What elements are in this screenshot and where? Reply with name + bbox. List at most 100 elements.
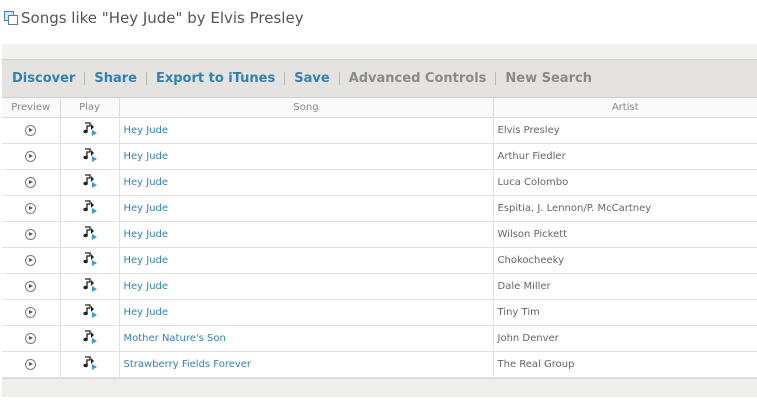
add-to-player-icon[interactable] (82, 252, 98, 269)
artist-cell: Wilson Pickett (493, 221, 757, 248)
songs-table: Preview Play Song Artist Hey Jude Elvis P… (2, 98, 757, 378)
toolbar-divider (495, 72, 497, 85)
add-to-player-icon[interactable] (82, 200, 98, 217)
table-row: Hey Jude Espitia, J. Lennon/P. McCartney (2, 195, 757, 222)
bottom-strip (2, 378, 757, 397)
play-cell (60, 325, 120, 352)
preview-play-icon[interactable] (25, 254, 37, 266)
preview-cell (2, 195, 61, 222)
preview-play-icon[interactable] (25, 150, 37, 162)
song-cell: Hey Jude (119, 299, 494, 326)
preview-play-icon[interactable] (25, 228, 37, 240)
song-link[interactable]: Hey Jude (120, 229, 169, 240)
preview-play-icon[interactable] (25, 124, 37, 136)
preview-play-icon[interactable] (25, 306, 37, 318)
song-cell: Strawberry Fields Forever (119, 351, 494, 378)
add-to-player-icon[interactable] (82, 304, 98, 321)
play-cell (60, 143, 120, 170)
table-row: Mother Nature's Son John Denver (2, 325, 757, 352)
play-cell (60, 195, 120, 222)
toolbar-divider (338, 72, 340, 85)
column-header-artist[interactable]: Artist (493, 98, 757, 118)
column-header-play[interactable]: Play (60, 98, 120, 118)
preview-cell (2, 221, 61, 248)
preview-cell (2, 169, 61, 196)
table-row: Hey Jude Tiny Tim (2, 299, 757, 326)
artist-cell: Elvis Presley (493, 117, 757, 144)
table-row: Hey Jude Wilson Pickett (2, 221, 757, 248)
table-row: Strawberry Fields Forever The Real Group (2, 351, 757, 378)
artist-cell: Espitia, J. Lennon/P. McCartney (493, 195, 757, 222)
song-cell: Hey Jude (119, 273, 494, 300)
toolbar-divider (145, 72, 147, 85)
artist-name: Arthur Fiedler (497, 151, 566, 162)
artist-cell: Arthur Fiedler (493, 143, 757, 170)
play-cell (60, 221, 120, 248)
song-link[interactable]: Mother Nature's Son (120, 333, 226, 344)
song-link[interactable]: Hey Jude (120, 125, 169, 136)
song-cell: Hey Jude (119, 195, 494, 222)
song-link[interactable]: Hey Jude (120, 255, 169, 266)
preview-play-icon[interactable] (25, 332, 37, 344)
export-to-itunes-link[interactable]: Export to iTunes (156, 71, 275, 86)
artist-cell: John Denver (493, 325, 757, 352)
play-cell (60, 117, 120, 144)
preview-play-icon[interactable] (25, 176, 37, 188)
table-header-row: Preview Play Song Artist (2, 98, 757, 118)
page-title: Songs like "Hey Jude" by Elvis Presley (21, 9, 304, 27)
song-link[interactable]: Hey Jude (120, 177, 169, 188)
advanced-controls-link[interactable]: Advanced Controls (349, 71, 487, 86)
preview-cell (2, 143, 61, 170)
table-row: Hey Jude Dale Miller (2, 273, 757, 300)
table-row: Hey Jude Elvis Presley (2, 117, 757, 144)
play-cell (60, 351, 120, 378)
share-link[interactable]: Share (94, 71, 137, 86)
song-cell: Hey Jude (119, 221, 494, 248)
play-cell (60, 299, 120, 326)
preview-cell (2, 117, 61, 144)
add-to-player-icon[interactable] (82, 356, 98, 373)
new-search-link[interactable]: New Search (505, 71, 592, 86)
play-cell (60, 273, 120, 300)
add-to-player-icon[interactable] (82, 122, 98, 139)
table-row: Hey Jude Luca Colombo (2, 169, 757, 196)
preview-play-icon[interactable] (25, 358, 37, 370)
add-to-player-icon[interactable] (82, 278, 98, 295)
preview-play-icon[interactable] (25, 280, 37, 292)
add-to-player-icon[interactable] (82, 148, 98, 165)
playlist-icon (4, 11, 18, 25)
add-to-player-icon[interactable] (82, 226, 98, 243)
discover-link[interactable]: Discover (12, 71, 75, 86)
song-cell: Hey Jude (119, 169, 494, 196)
table-body: Hey Jude Elvis Presley Hey Jude Arthur Fied… (2, 117, 757, 378)
artist-name: Dale Miller (497, 281, 551, 292)
column-header-preview[interactable]: Preview (2, 98, 61, 118)
column-header-song[interactable]: Song (119, 98, 494, 118)
artist-cell: Dale Miller (493, 273, 757, 300)
artist-name: Luca Colombo (497, 177, 569, 188)
song-link[interactable]: Hey Jude (120, 307, 169, 318)
song-cell: Hey Jude (119, 117, 494, 144)
song-link[interactable]: Strawberry Fields Forever (120, 359, 252, 370)
song-cell: Hey Jude (119, 247, 494, 274)
page-header: Songs like "Hey Jude" by Elvis Presley (4, 8, 304, 28)
toolbar-divider (284, 72, 286, 85)
preview-cell (2, 351, 61, 378)
play-cell (60, 169, 120, 196)
artist-cell: Chokocheeky (493, 247, 757, 274)
preview-play-icon[interactable] (25, 202, 37, 214)
preview-cell (2, 299, 61, 326)
artist-cell: Tiny Tim (493, 299, 757, 326)
top-strip (2, 44, 757, 59)
song-link[interactable]: Hey Jude (120, 281, 169, 292)
song-link[interactable]: Hey Jude (120, 203, 169, 214)
song-link[interactable]: Hey Jude (120, 151, 169, 162)
preview-cell (2, 273, 61, 300)
add-to-player-icon[interactable] (82, 174, 98, 191)
artist-name: Wilson Pickett (497, 229, 568, 240)
add-to-player-icon[interactable] (82, 330, 98, 347)
save-link[interactable]: Save (294, 71, 329, 86)
song-cell: Mother Nature's Son (119, 325, 494, 352)
artist-name: Espitia, J. Lennon/P. McCartney (497, 203, 652, 214)
artist-name: Tiny Tim (497, 307, 540, 318)
